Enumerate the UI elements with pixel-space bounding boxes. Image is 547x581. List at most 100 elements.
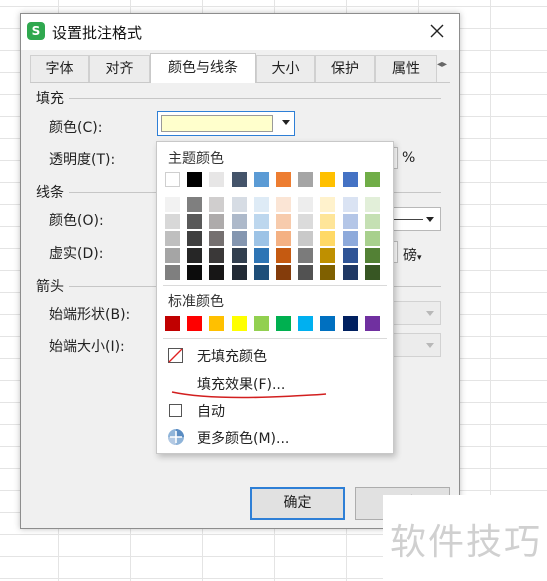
theme-shade-swatch[interactable] (232, 248, 247, 263)
start-style-select[interactable] (386, 301, 441, 325)
theme-shade-swatch[interactable] (232, 197, 247, 212)
fill-color-select[interactable] (157, 111, 295, 136)
theme-shade-swatch[interactable] (298, 214, 313, 229)
theme-color-swatch[interactable] (298, 172, 313, 187)
line-style-select[interactable] (386, 207, 441, 231)
theme-shade-swatch[interactable] (343, 231, 358, 246)
popup-divider (163, 338, 387, 339)
theme-shade-swatch[interactable] (298, 231, 313, 246)
theme-color-swatch[interactable] (187, 172, 202, 187)
theme-shade-swatch[interactable] (320, 214, 335, 229)
no-fill-item[interactable]: 无填充颜色 (157, 343, 393, 369)
standard-color-swatch[interactable] (209, 316, 224, 331)
theme-shade-swatch[interactable] (254, 231, 269, 246)
theme-shade-swatch[interactable] (365, 265, 380, 280)
theme-shade-swatch[interactable] (209, 265, 224, 280)
theme-shade-swatch[interactable] (165, 231, 180, 246)
theme-color-swatch[interactable] (365, 172, 380, 187)
tab-scroll-icon[interactable]: ◂▸ (437, 59, 451, 75)
theme-color-swatch[interactable] (232, 172, 247, 187)
theme-shade-swatch[interactable] (187, 214, 202, 229)
theme-shade-swatch[interactable] (343, 197, 358, 212)
theme-shade-swatch[interactable] (276, 197, 291, 212)
theme-shade-swatch[interactable] (254, 248, 269, 263)
start-size-select[interactable] (386, 333, 441, 357)
dash-label: 虚实(D): (49, 246, 104, 262)
start-size-label: 始端大小(I): (49, 339, 125, 355)
theme-shade-swatch[interactable] (187, 231, 202, 246)
theme-shade-swatch[interactable] (320, 197, 335, 212)
theme-shade-swatch[interactable] (298, 197, 313, 212)
theme-shade-swatch[interactable] (209, 231, 224, 246)
fill-color-swatch (161, 115, 273, 132)
theme-shade-swatch[interactable] (320, 231, 335, 246)
theme-shade-swatch[interactable] (365, 231, 380, 246)
theme-shade-swatch[interactable] (320, 248, 335, 263)
theme-shade-swatch[interactable] (232, 265, 247, 280)
red-underline-annotation (171, 391, 327, 399)
theme-shade-swatch[interactable] (276, 231, 291, 246)
standard-color-swatch[interactable] (276, 316, 291, 331)
tab-colors-lines[interactable]: 颜色与线条 (150, 53, 256, 83)
standard-color-swatch[interactable] (165, 316, 180, 331)
tab-alignment[interactable]: 对齐 (89, 55, 150, 82)
theme-shade-swatch[interactable] (232, 214, 247, 229)
theme-shade-swatch[interactable] (343, 265, 358, 280)
theme-color-swatch[interactable] (165, 172, 180, 187)
theme-shade-swatch[interactable] (209, 248, 224, 263)
standard-color-swatch[interactable] (254, 316, 269, 331)
theme-shade-swatch[interactable] (298, 265, 313, 280)
theme-shade-swatch[interactable] (254, 265, 269, 280)
theme-shade-swatch[interactable] (165, 265, 180, 280)
theme-color-swatch[interactable] (209, 172, 224, 187)
start-style-label: 始端形状(B): (49, 307, 131, 323)
more-colors-item[interactable]: 更多颜色(M)... (157, 425, 393, 451)
theme-shade-swatch[interactable] (232, 231, 247, 246)
theme-shade-swatch[interactable] (209, 214, 224, 229)
chevron-down-icon (426, 343, 434, 348)
theme-shade-swatch[interactable] (187, 265, 202, 280)
theme-shade-swatch[interactable] (165, 214, 180, 229)
ok-button[interactable]: 确定 (250, 487, 345, 520)
tab-size[interactable]: 大小 (256, 55, 315, 82)
theme-shade-swatch[interactable] (365, 214, 380, 229)
theme-shade-swatch[interactable] (187, 248, 202, 263)
theme-shade-swatch[interactable] (276, 248, 291, 263)
chevron-down-icon (426, 311, 434, 316)
theme-shade-swatch[interactable] (276, 265, 291, 280)
theme-shade-swatch[interactable] (209, 197, 224, 212)
standard-color-swatch[interactable] (320, 316, 335, 331)
theme-color-swatch[interactable] (254, 172, 269, 187)
theme-shade-swatch[interactable] (365, 197, 380, 212)
tab-properties[interactable]: 属性 (375, 55, 437, 82)
theme-shade-swatch[interactable] (276, 214, 291, 229)
theme-color-swatch[interactable] (276, 172, 291, 187)
theme-color-swatch[interactable] (343, 172, 358, 187)
theme-shade-swatch[interactable] (343, 248, 358, 263)
standard-color-swatch[interactable] (343, 316, 358, 331)
theme-shade-swatch[interactable] (165, 197, 180, 212)
standard-color-swatch[interactable] (298, 316, 313, 331)
theme-shade-swatch[interactable] (343, 214, 358, 229)
automatic-checkbox[interactable] (169, 404, 182, 417)
theme-shade-swatch[interactable] (298, 248, 313, 263)
theme-shade-swatch[interactable] (254, 214, 269, 229)
standard-color-swatch[interactable] (365, 316, 380, 331)
line-weight-unit: 磅▾ (403, 248, 422, 264)
theme-shade-swatch[interactable] (365, 248, 380, 263)
tab-protection[interactable]: 保护 (315, 55, 375, 82)
theme-color-swatch[interactable] (320, 172, 335, 187)
standard-color-swatch[interactable] (187, 316, 202, 331)
line-color-label: 颜色(O): (49, 213, 104, 229)
no-fill-label: 无填充颜色 (197, 349, 267, 365)
fill-color-label: 颜色(C): (49, 120, 103, 136)
theme-shade-swatch[interactable] (320, 265, 335, 280)
tab-bar: 字体 对齐 颜色与线条 大小 保护 属性 ◂▸ (30, 53, 450, 83)
theme-shade-swatch[interactable] (165, 248, 180, 263)
theme-shade-swatch[interactable] (187, 197, 202, 212)
tab-font[interactable]: 字体 (30, 55, 89, 82)
close-icon[interactable] (425, 19, 449, 43)
standard-color-swatch[interactable] (232, 316, 247, 331)
theme-shade-swatch[interactable] (254, 197, 269, 212)
watermark-text: 软件技巧 (390, 522, 543, 563)
